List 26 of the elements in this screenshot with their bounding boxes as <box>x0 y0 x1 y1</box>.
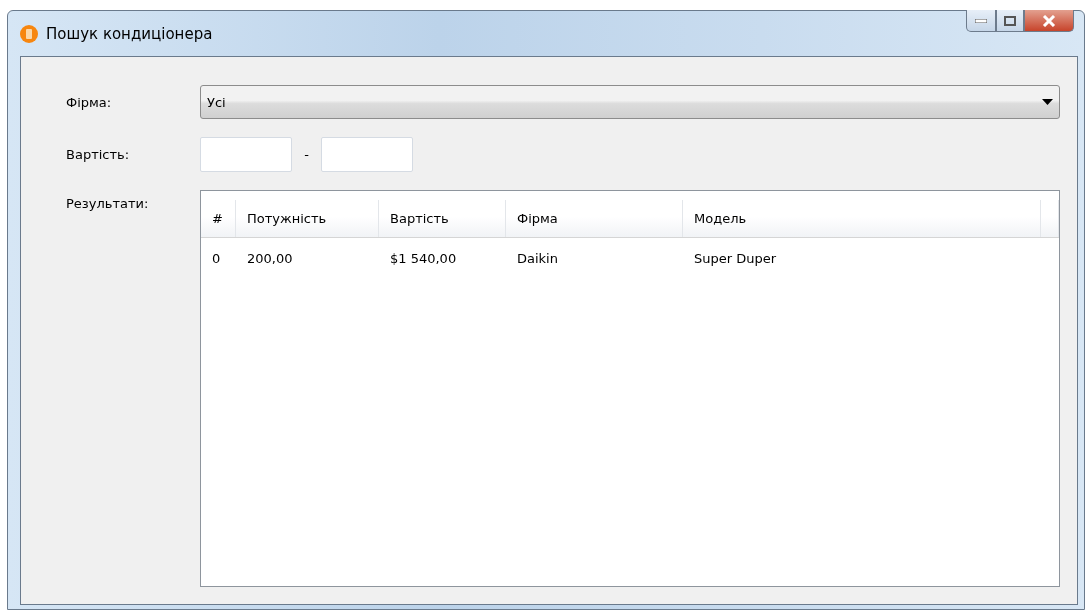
close-icon <box>1042 14 1056 27</box>
firm-dropdown[interactable]: Усі <box>200 85 1060 119</box>
column-header[interactable]: # <box>201 200 236 237</box>
table-cell-text: $1 540,00 <box>389 249 458 268</box>
minimize-icon <box>975 18 987 23</box>
table-cell-text: 0 <box>211 249 222 268</box>
app-icon <box>20 24 38 43</box>
table-cell-text: Daikin <box>516 249 559 268</box>
close-button[interactable] <box>1024 10 1074 32</box>
range-dash: - <box>303 147 310 162</box>
window-title: Пошук кондиціонера <box>46 24 213 43</box>
table-cell-text: Super Duper <box>693 249 778 268</box>
maximize-icon <box>1004 15 1016 26</box>
column-header[interactable]: Модель <box>683 200 1041 237</box>
table-cell-text: 200,00 <box>246 249 294 268</box>
results-label: Результати: <box>66 196 150 211</box>
column-header[interactable]: Потужність <box>236 200 379 237</box>
firm-label: Фірма: <box>66 94 113 110</box>
column-header[interactable]: Фірма <box>506 200 683 237</box>
cost-from-field[interactable] <box>200 137 292 172</box>
maximize-button[interactable] <box>996 10 1024 32</box>
column-header[interactable]: Вартість <box>379 200 506 237</box>
dropdown-arrow-icon <box>1042 99 1053 105</box>
cost-label: Вартість: <box>66 147 131 162</box>
cost-to-field[interactable] <box>321 137 413 172</box>
minimize-button[interactable] <box>966 10 996 32</box>
